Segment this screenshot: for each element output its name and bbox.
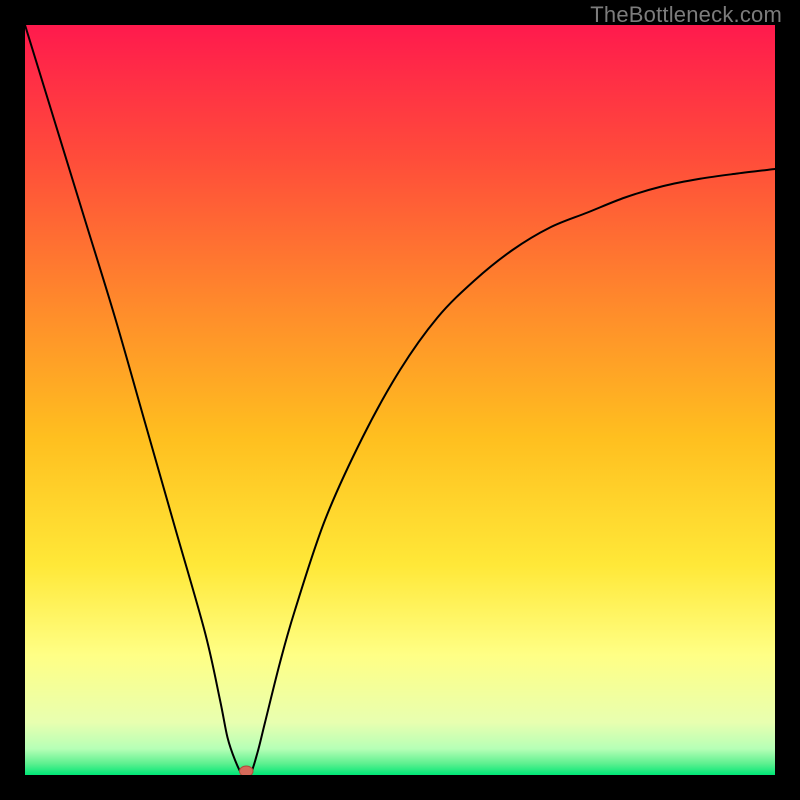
optimal-point-marker [240,766,254,775]
bottleneck-curve-chart [25,25,775,775]
chart-container: TheBottleneck.com [0,0,800,800]
gradient-background [25,25,775,775]
plot-area [25,25,775,775]
